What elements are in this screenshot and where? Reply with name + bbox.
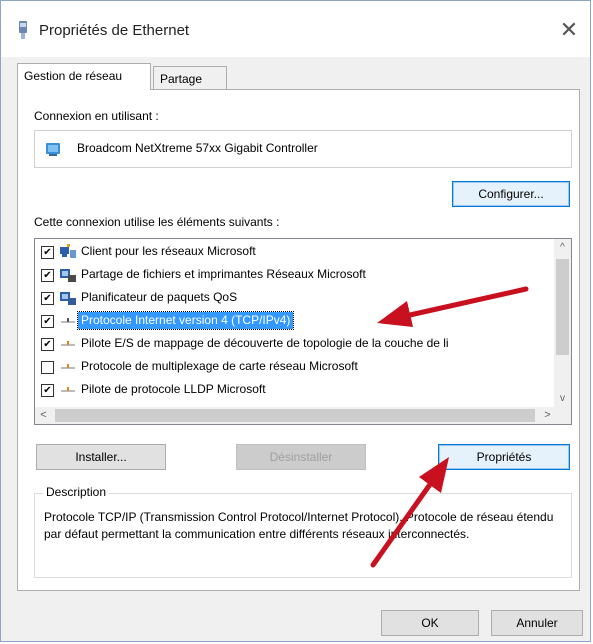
- list-item[interactable]: ✔ Planificateur de paquets QoS: [35, 287, 555, 310]
- configure-button[interactable]: Configurer...: [452, 181, 570, 207]
- qos-scheduler-icon: [60, 292, 76, 305]
- vertical-scrollbar[interactable]: ^ v: [554, 239, 571, 407]
- list-item[interactable]: ✔ Pilote de protocole LLDP Microsoft: [35, 379, 555, 402]
- horizontal-scroll-thumb[interactable]: [55, 409, 535, 422]
- components-label: Cette connexion utilise les éléments sui…: [34, 215, 280, 229]
- protocol-icon: [61, 364, 75, 369]
- scroll-up-icon[interactable]: ^: [554, 239, 571, 256]
- protocol-icon: [61, 318, 75, 323]
- list-item-selected[interactable]: ✔ Protocole Internet version 4 (TCP/IPv4…: [35, 310, 555, 333]
- properties-dialog: Propriétés de Ethernet ✕ Gestion de rése…: [0, 0, 591, 642]
- tab-panel: Connexion en utilisant : Broadcom NetXtr…: [17, 89, 580, 591]
- list-item-label: Client pour les réseaux Microsoft: [81, 244, 256, 258]
- connect-using-label: Connexion en utilisant :: [34, 109, 159, 123]
- list-item[interactable]: ✔ Partage de fichiers et imprimantes Rés…: [35, 264, 555, 287]
- checkbox[interactable]: ✔: [41, 292, 54, 305]
- list-item[interactable]: ✔ Client pour les réseaux Microsoft: [35, 241, 555, 264]
- horizontal-scrollbar[interactable]: < >: [35, 407, 556, 424]
- window-title: Propriétés de Ethernet: [39, 22, 190, 39]
- file-printer-sharing-icon: [60, 269, 76, 282]
- scrollbar-corner: [554, 407, 571, 424]
- list-item-label: Partage de fichiers et imprimantes Résea…: [81, 267, 366, 281]
- components-list[interactable]: ✔ Client pour les réseaux Microsoft ✔ Pa…: [34, 238, 572, 425]
- list-item[interactable]: Protocole de multiplexage de carte résea…: [35, 356, 555, 379]
- network-adapter-icon: [19, 21, 27, 39]
- install-button[interactable]: Installer...: [36, 444, 166, 470]
- description-text: Protocole TCP/IP (Transmission Control P…: [44, 510, 554, 541]
- adapter-box: Broadcom NetXtreme 57xx Gigabit Controll…: [34, 130, 572, 168]
- description-group: Description Protocole TCP/IP (Transmissi…: [34, 485, 572, 578]
- checkbox[interactable]: ✔: [41, 338, 54, 351]
- checkbox[interactable]: [41, 361, 54, 374]
- title-bar: Propriétés de Ethernet ✕: [1, 1, 590, 57]
- ok-button[interactable]: OK: [381, 610, 479, 636]
- tab-networking[interactable]: Gestion de réseau: [17, 63, 151, 90]
- scroll-left-icon[interactable]: <: [35, 407, 52, 424]
- vertical-scroll-thumb[interactable]: [556, 259, 569, 355]
- list-item-label: Planificateur de paquets QoS: [81, 290, 238, 304]
- adapter-name: Broadcom NetXtreme 57xx Gigabit Controll…: [77, 141, 318, 155]
- list-item-label: Pilote E/S de mappage de découverte de t…: [81, 336, 449, 350]
- protocol-icon: [61, 387, 75, 392]
- checkbox[interactable]: ✔: [41, 384, 54, 397]
- uninstall-button[interactable]: Désinstaller: [236, 444, 366, 470]
- network-card-icon: [46, 143, 60, 156]
- close-button[interactable]: ✕: [554, 15, 584, 45]
- tab-sharing[interactable]: Partage: [153, 66, 227, 89]
- checkbox[interactable]: ✔: [41, 315, 54, 328]
- protocol-icon: [61, 341, 75, 346]
- scroll-down-icon[interactable]: v: [554, 390, 571, 407]
- list-item-label: Protocole de multiplexage de carte résea…: [81, 359, 358, 373]
- checkbox[interactable]: ✔: [41, 246, 54, 259]
- list-item-label: Pilote de protocole LLDP Microsoft: [81, 382, 266, 396]
- properties-button[interactable]: Propriétés: [438, 444, 570, 470]
- description-legend: Description: [43, 485, 110, 499]
- checkbox[interactable]: ✔: [41, 269, 54, 282]
- list-item-label: Protocole Internet version 4 (TCP/IPv4): [76, 311, 295, 330]
- network-client-icon: [60, 244, 76, 258]
- cancel-button[interactable]: Annuler: [491, 610, 583, 636]
- list-item[interactable]: ✔ Pilote E/S de mappage de découverte de…: [35, 333, 555, 356]
